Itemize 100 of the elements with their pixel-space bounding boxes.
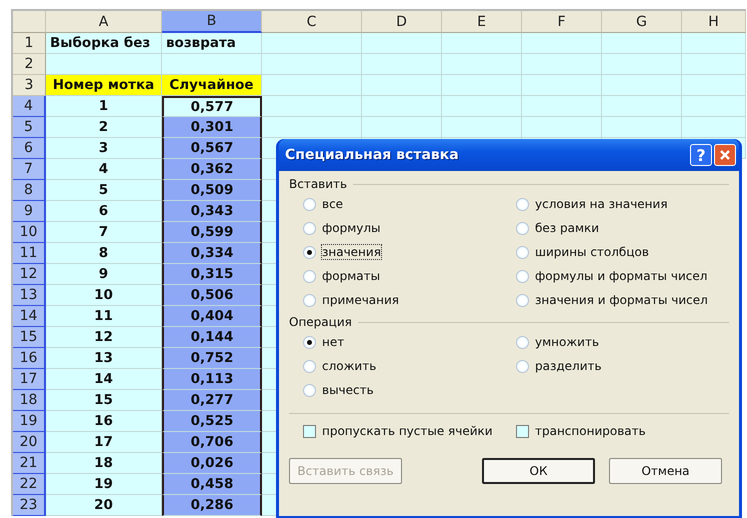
table-cell[interactable]: 1 — [46, 96, 162, 117]
table-cell[interactable]: 0,506 — [162, 285, 262, 306]
table-cell[interactable]: 0,343 — [162, 201, 262, 222]
radio-button[interactable] — [303, 246, 316, 258]
table-cell[interactable]: 0,277 — [162, 390, 262, 411]
radio-label[interactable]: вычесть — [322, 383, 374, 397]
row-header[interactable]: 8 — [13, 180, 46, 201]
table-cell[interactable]: Номер мотка — [46, 75, 162, 96]
table-cell[interactable]: 4 — [46, 159, 162, 180]
table-cell[interactable] — [262, 75, 362, 96]
radio-label[interactable]: умножить — [535, 335, 600, 349]
table-cell[interactable] — [522, 117, 602, 138]
radio-button[interactable] — [303, 270, 316, 282]
table-cell[interactable]: Выборка без — [46, 33, 162, 54]
checkbox-label[interactable]: пропускать пустые ячейки — [322, 424, 493, 438]
table-cell[interactable] — [682, 117, 746, 138]
checkbox[interactable] — [303, 424, 316, 438]
table-cell[interactable] — [522, 54, 602, 75]
radio-button[interactable] — [303, 384, 316, 396]
row-header[interactable]: 15 — [13, 327, 46, 348]
radio-label[interactable]: формулы — [322, 221, 381, 235]
radio-label[interactable]: форматы — [322, 269, 380, 283]
table-cell[interactable] — [362, 33, 442, 54]
table-cell[interactable]: 0,362 — [162, 159, 262, 180]
row-header[interactable]: 12 — [13, 264, 46, 285]
row-header[interactable]: 17 — [13, 369, 46, 390]
row-header[interactable]: 10 — [13, 222, 46, 243]
checkbox[interactable] — [516, 424, 529, 438]
table-cell[interactable]: 9 — [46, 264, 162, 285]
column-header[interactable]: G — [602, 11, 682, 33]
table-cell[interactable]: 6 — [46, 201, 162, 222]
table-cell[interactable]: 0,567 — [162, 138, 262, 159]
table-cell[interactable]: 7 — [46, 222, 162, 243]
column-header[interactable]: A — [46, 11, 162, 33]
radio-label[interactable]: нет — [322, 335, 344, 349]
row-header[interactable]: 11 — [13, 243, 46, 264]
radio-label[interactable]: разделить — [535, 359, 602, 373]
row-header[interactable]: 4 — [13, 96, 46, 117]
table-cell[interactable]: 5 — [46, 180, 162, 201]
row-header[interactable]: 5 — [13, 117, 46, 138]
table-cell[interactable] — [682, 96, 746, 117]
row-header[interactable]: 7 — [13, 159, 46, 180]
table-cell[interactable]: 0,026 — [162, 453, 262, 474]
table-cell[interactable]: 0,286 — [162, 495, 262, 516]
radio-button[interactable] — [303, 222, 316, 234]
table-cell[interactable]: 0,509 — [162, 180, 262, 201]
row-header[interactable]: 21 — [13, 453, 46, 474]
column-header[interactable]: F — [522, 11, 602, 33]
row-header[interactable]: 20 — [13, 432, 46, 453]
table-cell[interactable] — [522, 33, 602, 54]
help-button[interactable]: ? — [690, 144, 712, 166]
row-header[interactable]: 18 — [13, 390, 46, 411]
row-header[interactable]: 19 — [13, 411, 46, 432]
table-cell[interactable] — [682, 33, 746, 54]
table-cell[interactable]: 8 — [46, 243, 162, 264]
table-cell[interactable]: 18 — [46, 453, 162, 474]
radio-label[interactable]: сложить — [322, 359, 376, 373]
table-cell[interactable] — [442, 75, 522, 96]
radio-button[interactable] — [516, 270, 529, 282]
row-header[interactable]: 6 — [13, 138, 46, 159]
table-cell[interactable]: 17 — [46, 432, 162, 453]
corner-cell[interactable] — [13, 11, 46, 33]
radio-label[interactable]: ширины столбцов — [535, 245, 649, 259]
radio-label[interactable]: все — [322, 197, 344, 211]
table-cell[interactable]: 20 — [46, 495, 162, 516]
column-header[interactable]: H — [682, 11, 746, 33]
radio-button[interactable] — [303, 336, 316, 348]
table-cell[interactable] — [46, 54, 162, 75]
column-header[interactable]: D — [362, 11, 442, 33]
table-cell[interactable]: возврата — [162, 33, 262, 54]
row-header[interactable]: 14 — [13, 306, 46, 327]
radio-label[interactable]: формулы и форматы чисел — [535, 269, 708, 283]
row-header[interactable]: 13 — [13, 285, 46, 306]
table-cell[interactable]: 3 — [46, 138, 162, 159]
table-cell[interactable]: 15 — [46, 390, 162, 411]
close-button[interactable] — [714, 144, 736, 166]
table-cell[interactable]: 14 — [46, 369, 162, 390]
table-cell[interactable]: 0,113 — [162, 369, 262, 390]
dialog-button[interactable]: Отмена — [609, 458, 722, 484]
table-cell[interactable] — [602, 96, 682, 117]
table-cell[interactable]: 0,334 — [162, 243, 262, 264]
table-cell[interactable]: 16 — [46, 411, 162, 432]
radio-button[interactable] — [303, 360, 316, 372]
table-cell[interactable] — [262, 96, 362, 117]
table-cell[interactable] — [522, 96, 602, 117]
radio-button[interactable] — [516, 222, 529, 234]
row-header[interactable]: 1 — [13, 33, 46, 54]
table-cell[interactable]: 19 — [46, 474, 162, 495]
table-cell[interactable] — [362, 96, 442, 117]
radio-button[interactable] — [303, 294, 316, 306]
table-cell[interactable] — [362, 54, 442, 75]
table-cell[interactable] — [442, 117, 522, 138]
row-header[interactable]: 2 — [13, 54, 46, 75]
table-cell[interactable] — [262, 54, 362, 75]
radio-label[interactable]: значения и форматы чисел — [535, 293, 708, 307]
table-cell[interactable] — [262, 117, 362, 138]
radio-button[interactable] — [516, 336, 529, 348]
row-header[interactable]: 3 — [13, 75, 46, 96]
table-cell[interactable] — [362, 117, 442, 138]
row-header[interactable]: 22 — [13, 474, 46, 495]
